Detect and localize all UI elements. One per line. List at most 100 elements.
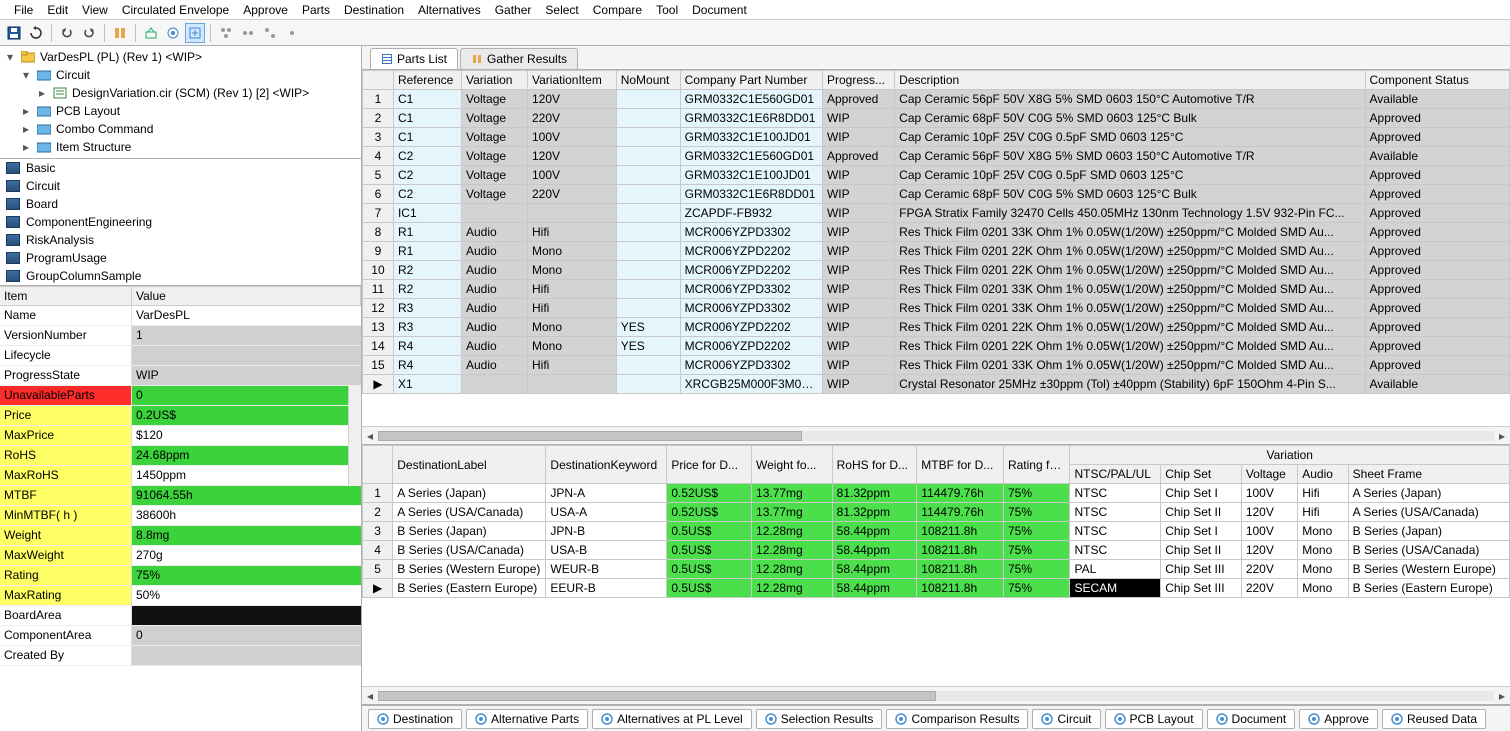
cell[interactable]: A Series (USA/Canada) [393, 503, 546, 522]
cell[interactable]: WEUR-B [546, 560, 667, 579]
table-row[interactable]: 3B Series (Japan)JPN-B0.5US$12.28mg58.44… [363, 522, 1510, 541]
cell[interactable]: Approved [822, 147, 894, 166]
row-header[interactable]: 12 [363, 299, 394, 318]
prop-value[interactable]: WIP [132, 366, 361, 386]
cell[interactable]: Mono [528, 242, 617, 261]
cell[interactable]: 0.52US$ [667, 484, 752, 503]
cell[interactable]: Mono [1298, 579, 1348, 598]
cell[interactable]: Chip Set II [1161, 541, 1242, 560]
cell[interactable]: B Series (Japan) [1348, 522, 1509, 541]
prop-row[interactable]: Price0.2US$ [0, 406, 361, 426]
cell[interactable]: Approved [1365, 318, 1509, 337]
cell[interactable]: NTSC [1070, 522, 1161, 541]
tree-pcb[interactable]: PCB Layout [56, 104, 120, 118]
cell[interactable]: 75% [1003, 541, 1070, 560]
btab-comparison-results[interactable]: Comparison Results [886, 709, 1028, 729]
cell[interactable]: Approved [1365, 299, 1509, 318]
prop-value[interactable]: $120 [132, 426, 361, 446]
table-row[interactable]: 10R2AudioMonoMCR006YZPD2202WIPRes Thick … [363, 261, 1510, 280]
menu-document[interactable]: Document [686, 3, 753, 17]
cell[interactable]: MCR006YZPD2202 [680, 318, 822, 337]
cell[interactable]: ZCAPDF-FB932 [680, 204, 822, 223]
cell[interactable]: C2 [393, 147, 461, 166]
col-variationitem[interactable]: VariationItem [528, 71, 617, 90]
cell[interactable]: PAL [1070, 560, 1161, 579]
cell[interactable]: Approved [1365, 109, 1509, 128]
cell[interactable]: Chip Set II [1161, 503, 1242, 522]
cell[interactable]: 100V [528, 166, 617, 185]
cell[interactable]: MCR006YZPD2202 [680, 337, 822, 356]
row-header[interactable]: 8 [363, 223, 394, 242]
cell[interactable]: Voltage [462, 128, 528, 147]
cell[interactable]: 81.32ppm [832, 484, 917, 503]
prop-value[interactable]: 8.8mg [132, 526, 361, 546]
cell[interactable]: Chip Set I [1161, 484, 1242, 503]
cell[interactable]: Cap Ceramic 10pF 25V C0G 0.5pF SMD 0603 … [895, 128, 1365, 147]
prop-value[interactable]: 0 [132, 626, 361, 646]
col-rohs[interactable]: RoHS for D... [832, 446, 917, 484]
cell[interactable]: Audio [462, 242, 528, 261]
prop-value[interactable]: 50% [132, 586, 361, 606]
cell[interactable]: 108211.8h [917, 541, 1004, 560]
table-row[interactable]: 1A Series (Japan)JPN-A0.52US$13.77mg81.3… [363, 484, 1510, 503]
cell[interactable]: 58.44ppm [832, 522, 917, 541]
tool-icon-8[interactable] [282, 23, 302, 43]
col-variation[interactable]: Variation [462, 71, 528, 90]
table-row[interactable]: 4C2Voltage120VGRM0332C1E560GD01ApprovedC… [363, 147, 1510, 166]
cell[interactable]: XRCGB25M000F3M00R0 [680, 375, 822, 394]
prop-value[interactable]: VarDesPL [132, 306, 361, 326]
cell[interactable]: A Series (Japan) [1348, 484, 1509, 503]
cell[interactable]: B Series (USA/Canada) [393, 541, 546, 560]
cell[interactable]: USA-A [546, 503, 667, 522]
cell[interactable]: MCR006YZPD2202 [680, 261, 822, 280]
cell[interactable]: Res Thick Film 0201 33K Ohm 1% 0.05W(1/2… [895, 299, 1365, 318]
prop-value[interactable]: 1 [132, 326, 361, 346]
cell[interactable]: 0.5US$ [667, 522, 752, 541]
cell[interactable] [616, 242, 680, 261]
cell[interactable]: IC1 [393, 204, 461, 223]
prop-row[interactable]: VersionNumber1 [0, 326, 361, 346]
cell[interactable]: 58.44ppm [832, 541, 917, 560]
cell[interactable] [616, 223, 680, 242]
cell[interactable] [462, 204, 528, 223]
btab-pcb-layout[interactable]: PCB Layout [1105, 709, 1203, 729]
cell[interactable] [616, 185, 680, 204]
row-header[interactable]: 5 [363, 560, 393, 579]
prop-row[interactable]: MTBF91064.55h [0, 486, 361, 506]
cell[interactable]: 0.5US$ [667, 579, 752, 598]
menu-destination[interactable]: Destination [338, 3, 410, 17]
cell[interactable]: Crystal Resonator 25MHz ±30ppm (Tol) ±40… [895, 375, 1365, 394]
tool-icon-7[interactable] [260, 23, 280, 43]
cell[interactable]: R3 [393, 318, 461, 337]
cell[interactable]: Audio [462, 223, 528, 242]
cell[interactable]: 108211.8h [917, 560, 1004, 579]
row-header[interactable]: 3 [363, 128, 394, 147]
cell[interactable]: B Series (USA/Canada) [1348, 541, 1509, 560]
table-row[interactable]: 15R4AudioHifiMCR006YZPD3302WIPRes Thick … [363, 356, 1510, 375]
cell[interactable]: Cap Ceramic 56pF 50V X8G 5% SMD 0603 150… [895, 147, 1365, 166]
cell[interactable]: Approved [1365, 261, 1509, 280]
view-circuit[interactable]: Circuit [0, 177, 361, 195]
cell[interactable]: EEUR-B [546, 579, 667, 598]
cell[interactable]: Voltage [462, 147, 528, 166]
cell[interactable]: Available [1365, 147, 1509, 166]
cell[interactable]: WIP [822, 109, 894, 128]
prop-row[interactable]: UnavailableParts0 [0, 386, 361, 406]
prop-row[interactable]: MinMTBF( h )38600h [0, 506, 361, 526]
prop-row[interactable]: Weight8.8mg [0, 526, 361, 546]
table-row[interactable]: 6C2Voltage220VGRM0332C1E6R8DD01WIPCap Ce… [363, 185, 1510, 204]
cell[interactable]: Res Thick Film 0201 22K Ohm 1% 0.05W(1/2… [895, 242, 1365, 261]
cell[interactable]: Res Thick Film 0201 33K Ohm 1% 0.05W(1/2… [895, 356, 1365, 375]
cell[interactable]: Approved [822, 90, 894, 109]
view-basic[interactable]: Basic [0, 159, 361, 177]
table-row[interactable]: 4B Series (USA/Canada)USA-B0.5US$12.28mg… [363, 541, 1510, 560]
col-company-part-number[interactable]: Company Part Number [680, 71, 822, 90]
col-reference[interactable]: Reference [393, 71, 461, 90]
cell[interactable]: Cap Ceramic 10pF 25V C0G 0.5pF SMD 0603 … [895, 166, 1365, 185]
tool-icon-1[interactable] [110, 23, 130, 43]
prop-row[interactable]: ProgressStateWIP [0, 366, 361, 386]
cell[interactable]: WIP [822, 242, 894, 261]
cell[interactable]: R1 [393, 242, 461, 261]
menu-tool[interactable]: Tool [650, 3, 684, 17]
col-volt[interactable]: Voltage [1241, 465, 1297, 484]
